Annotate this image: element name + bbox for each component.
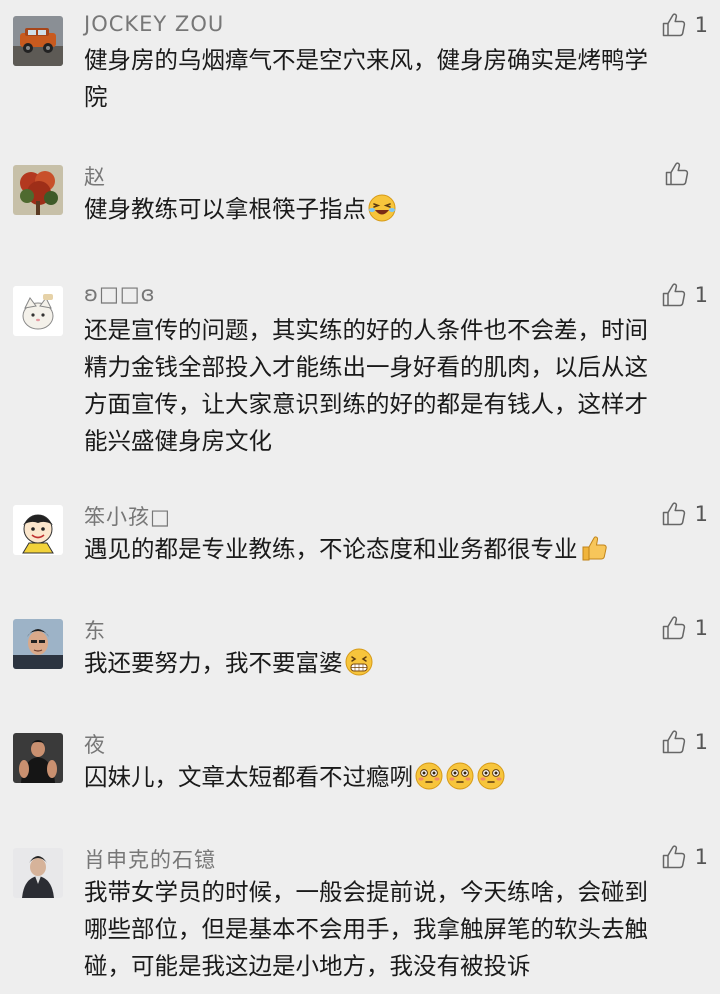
comment-text-line: 还是宣传的问题，其实练的好的人条件也不会差，时间 bbox=[84, 316, 648, 344]
like-count: 1 bbox=[694, 283, 708, 307]
like-button[interactable]: 1 bbox=[661, 280, 708, 310]
comment-item: 笨小孩□ 1 遇见的都是专业教练，不论态度和业务都很专业 bbox=[0, 502, 720, 575]
person-portrait-avatar-icon bbox=[13, 848, 63, 898]
muscle-man-avatar-icon bbox=[13, 733, 63, 783]
comment-text-line: 健身房的乌烟瘴气不是空穴来风，健身房确实是烤鸭学 bbox=[84, 46, 648, 74]
like-count: 1 bbox=[694, 730, 708, 754]
comment-text-line: 方面宣传，让大家意识到练的好的都是有钱人，这样才 bbox=[84, 390, 648, 418]
avatar[interactable] bbox=[13, 505, 63, 555]
thumbs-up-icon bbox=[662, 283, 685, 307]
like-button[interactable] bbox=[664, 159, 708, 189]
thumbs-up-icon bbox=[662, 13, 685, 37]
flushed-emoji-icon bbox=[476, 761, 506, 791]
like-count: 1 bbox=[694, 616, 708, 640]
comment-author[interactable]: 笨小孩□ bbox=[84, 501, 171, 531]
comment-text-line: 哪些部位，但是基本不会用手，我拿触屏笔的软头去触 bbox=[84, 915, 648, 943]
like-count: 1 bbox=[694, 845, 708, 869]
like-button[interactable]: 1 bbox=[661, 613, 708, 643]
comment-author[interactable]: 夜 bbox=[84, 729, 106, 759]
avatar[interactable] bbox=[13, 619, 63, 669]
comment-author[interactable]: 赵 bbox=[84, 161, 106, 191]
thumbs-up-emoji-icon bbox=[579, 533, 609, 563]
avatar[interactable] bbox=[13, 286, 63, 336]
flushed-emoji-icon bbox=[445, 761, 475, 791]
comment-item: 赵 健身教练可以拿根筷子指点 bbox=[0, 162, 720, 235]
comment-text-content: 我还要努力，我不要富婆 bbox=[84, 649, 343, 677]
flushed-emoji-icon bbox=[414, 761, 444, 791]
comment-text-line: 精力金钱全部投入才能练出一身好看的肌肉，以后从这 bbox=[84, 353, 648, 381]
comment-text-line: 院 bbox=[84, 83, 108, 111]
avatar[interactable] bbox=[13, 16, 63, 66]
comment-text-line: 囚妹儿，文章太短都看不过瘾咧 bbox=[84, 759, 712, 796]
comment-text: 健身房的乌烟瘴气不是空穴来风，健身房确实是烤鸭学 院 bbox=[84, 42, 712, 116]
comment-text: 遇见的都是专业教练，不论态度和业务都很专业 bbox=[84, 531, 712, 568]
comment-item: 东 1 我还要努力，我不要富婆 bbox=[0, 616, 720, 689]
thumbs-up-icon bbox=[662, 502, 685, 526]
laugh-cry-emoji-icon bbox=[367, 193, 397, 223]
comment-author[interactable]: 东 bbox=[84, 615, 106, 645]
like-button[interactable]: 1 bbox=[661, 499, 708, 529]
comment-text-line: 健身教练可以拿根筷子指点 bbox=[84, 191, 712, 228]
comment-text-content: 遇见的都是专业教练，不论态度和业务都很专业 bbox=[84, 535, 578, 563]
thumbs-up-icon bbox=[662, 730, 685, 754]
cartoon-cat-avatar-icon bbox=[13, 286, 63, 336]
comment-author[interactable]: JOCKEY ZOU bbox=[84, 12, 224, 36]
comment-item: ʚ□□ɞ 1 还是宣传的问题，其实练的好的人条件也不会差，时间 精力金钱全部投入… bbox=[0, 282, 720, 466]
thumbs-up-icon bbox=[662, 845, 685, 869]
like-count: 1 bbox=[694, 502, 708, 526]
comment-text-line: 我带女学员的时候，一般会提前说，今天练啥，会碰到 bbox=[84, 878, 648, 906]
car-avatar-icon bbox=[13, 16, 63, 66]
avatar[interactable] bbox=[13, 848, 63, 898]
thumbs-up-icon bbox=[665, 162, 689, 186]
cartoon-kid-avatar-icon bbox=[13, 505, 63, 555]
like-count: 1 bbox=[694, 13, 708, 37]
like-button[interactable]: 1 bbox=[661, 10, 708, 40]
comment-text-content: 囚妹儿，文章太短都看不过瘾咧 bbox=[84, 763, 413, 791]
man-portrait-avatar-icon bbox=[13, 619, 63, 669]
comment-text: 我带女学员的时候，一般会提前说，今天练啥，会碰到 哪些部位，但是基本不会用手，我… bbox=[84, 874, 712, 985]
comment-text: 我还要努力，我不要富婆 bbox=[84, 645, 712, 682]
like-button[interactable]: 1 bbox=[661, 842, 708, 872]
avatar[interactable] bbox=[13, 165, 63, 215]
grin-emoji-icon bbox=[344, 647, 374, 677]
comment-author[interactable]: ʚ□□ɞ bbox=[84, 282, 156, 306]
comment-text-line: 遇见的都是专业教练，不论态度和业务都很专业 bbox=[84, 531, 712, 568]
comment-text-line: 我还要努力，我不要富婆 bbox=[84, 645, 712, 682]
avatar[interactable] bbox=[13, 733, 63, 783]
comment-text-content: 健身教练可以拿根筷子指点 bbox=[84, 195, 366, 223]
comment-item: 肖申克的石镱 1 我带女学员的时候，一般会提前说，今天练啥，会碰到 哪些部位，但… bbox=[0, 845, 720, 994]
comment-item: JOCKEY ZOU 1 健身房的乌烟瘴气不是空穴来风，健身房确实是烤鸭学 院 bbox=[0, 12, 720, 126]
comment-text: 还是宣传的问题，其实练的好的人条件也不会差，时间 精力金钱全部投入才能练出一身好… bbox=[84, 312, 712, 460]
tree-avatar-icon bbox=[13, 165, 63, 215]
comment-list: JOCKEY ZOU 1 健身房的乌烟瘴气不是空穴来风，健身房确实是烤鸭学 院 bbox=[0, 0, 720, 994]
comment-text: 健身教练可以拿根筷子指点 bbox=[84, 191, 712, 228]
comment-item: 夜 1 囚妹儿，文章太短都看不过瘾咧 bbox=[0, 730, 720, 803]
comment-text: 囚妹儿，文章太短都看不过瘾咧 bbox=[84, 759, 712, 796]
like-button[interactable]: 1 bbox=[661, 727, 708, 757]
comment-author[interactable]: 肖申克的石镱 bbox=[84, 844, 216, 874]
thumbs-up-icon bbox=[662, 616, 685, 640]
comment-text-line: 能兴盛健身房文化 bbox=[84, 427, 272, 455]
comment-text-line: 碰，可能是我这边是小地方，我没有被投诉 bbox=[84, 952, 531, 980]
